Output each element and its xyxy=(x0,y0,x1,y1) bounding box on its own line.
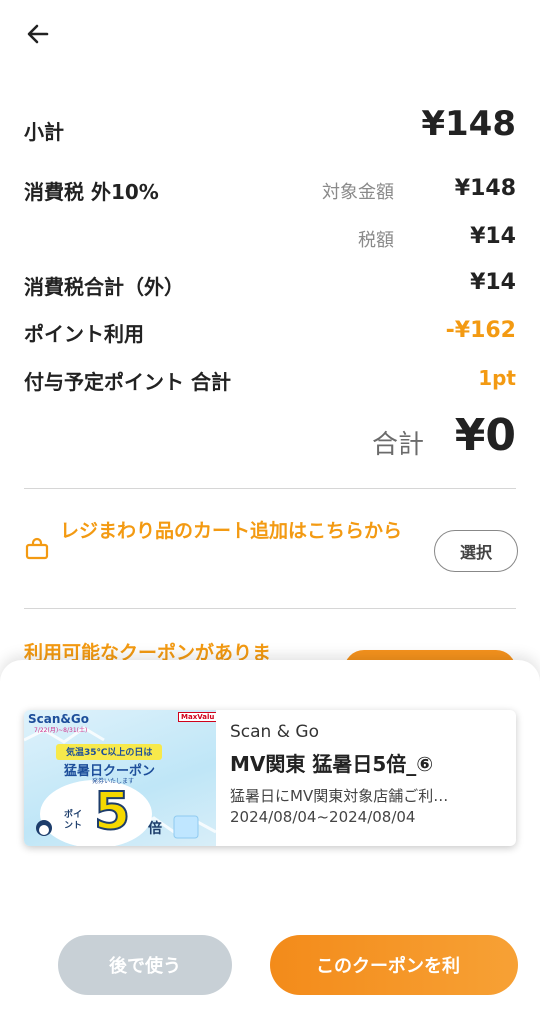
coupon-bottom-sheet: Scan&Go 7/22(月)~8/31(土) MaxValu 気温35℃以上の… xyxy=(0,660,540,1024)
tax-amount-label: 税額 xyxy=(358,230,394,251)
subtotal-value: ¥148 xyxy=(421,104,516,144)
coupon-date-range: 2024/08/04~2024/08/04 xyxy=(230,808,416,826)
coupon-description: 猛暑日にMV関東対象店舗ご利… xyxy=(230,787,449,805)
use-later-button[interactable]: 後で使う xyxy=(58,935,232,995)
coupon-info: Scan & Go MV関東 猛暑日5倍_⑥ 猛暑日にMV関東対象店舗ご利… 2… xyxy=(230,722,508,826)
select-button[interactable]: 選択 xyxy=(434,530,518,572)
points-used-label: ポイント利用 xyxy=(24,322,144,346)
coupon-multiplier: 5 xyxy=(93,781,131,843)
tax-target-value: ¥148 xyxy=(454,176,516,201)
coupon-logo-text: Scan&Go xyxy=(28,712,89,726)
coupon-title: MV関東 猛暑日5倍_⑥ xyxy=(230,752,434,776)
cart-add-link-text: レジまわり品のカート追加はこちらから xyxy=(60,520,403,542)
back-button[interactable] xyxy=(18,14,58,54)
points-grant-label: 付与予定ポイント 合計 xyxy=(24,370,231,394)
tax-label: 消費税 外10% xyxy=(24,180,159,204)
points-used-value: -¥162 xyxy=(445,318,516,343)
total-label: 合計 xyxy=(371,430,424,460)
shopping-bag-icon xyxy=(25,537,49,560)
maxvalu-logo: MaxValu xyxy=(178,712,216,722)
coupon-image: Scan&Go 7/22(月)~8/31(土) MaxValu 気温35℃以上の… xyxy=(24,710,216,846)
total-value: ¥0 xyxy=(454,410,516,461)
divider xyxy=(24,608,516,609)
cart-add-link[interactable]: レジまわり品のカート追加はこちらから xyxy=(24,516,424,562)
tax-amount-value: ¥14 xyxy=(470,224,516,249)
coupon-point-label: ポイント xyxy=(64,810,83,831)
tax-target-label: 対象金額 xyxy=(322,182,394,203)
arrow-left-icon xyxy=(27,24,49,44)
coupon-times-label: 倍 xyxy=(148,821,162,837)
subtotal-label: 小計 xyxy=(24,120,64,144)
tax-total-label: 消費税合計（外） xyxy=(24,275,184,299)
coupon-card[interactable]: Scan&Go 7/22(月)~8/31(土) MaxValu 気温35℃以上の… xyxy=(24,710,516,846)
coupon-brand: Scan & Go xyxy=(230,722,319,742)
coupon-period-text: 7/22(月)~8/31(土) xyxy=(34,727,88,734)
points-grant-value: 1pt xyxy=(478,366,516,390)
tax-total-value: ¥14 xyxy=(470,270,516,295)
coupon-condition-text: 気温35℃以上の日は xyxy=(66,748,153,758)
use-coupon-button[interactable]: このクーポンを利 xyxy=(270,935,518,995)
divider xyxy=(24,488,516,489)
